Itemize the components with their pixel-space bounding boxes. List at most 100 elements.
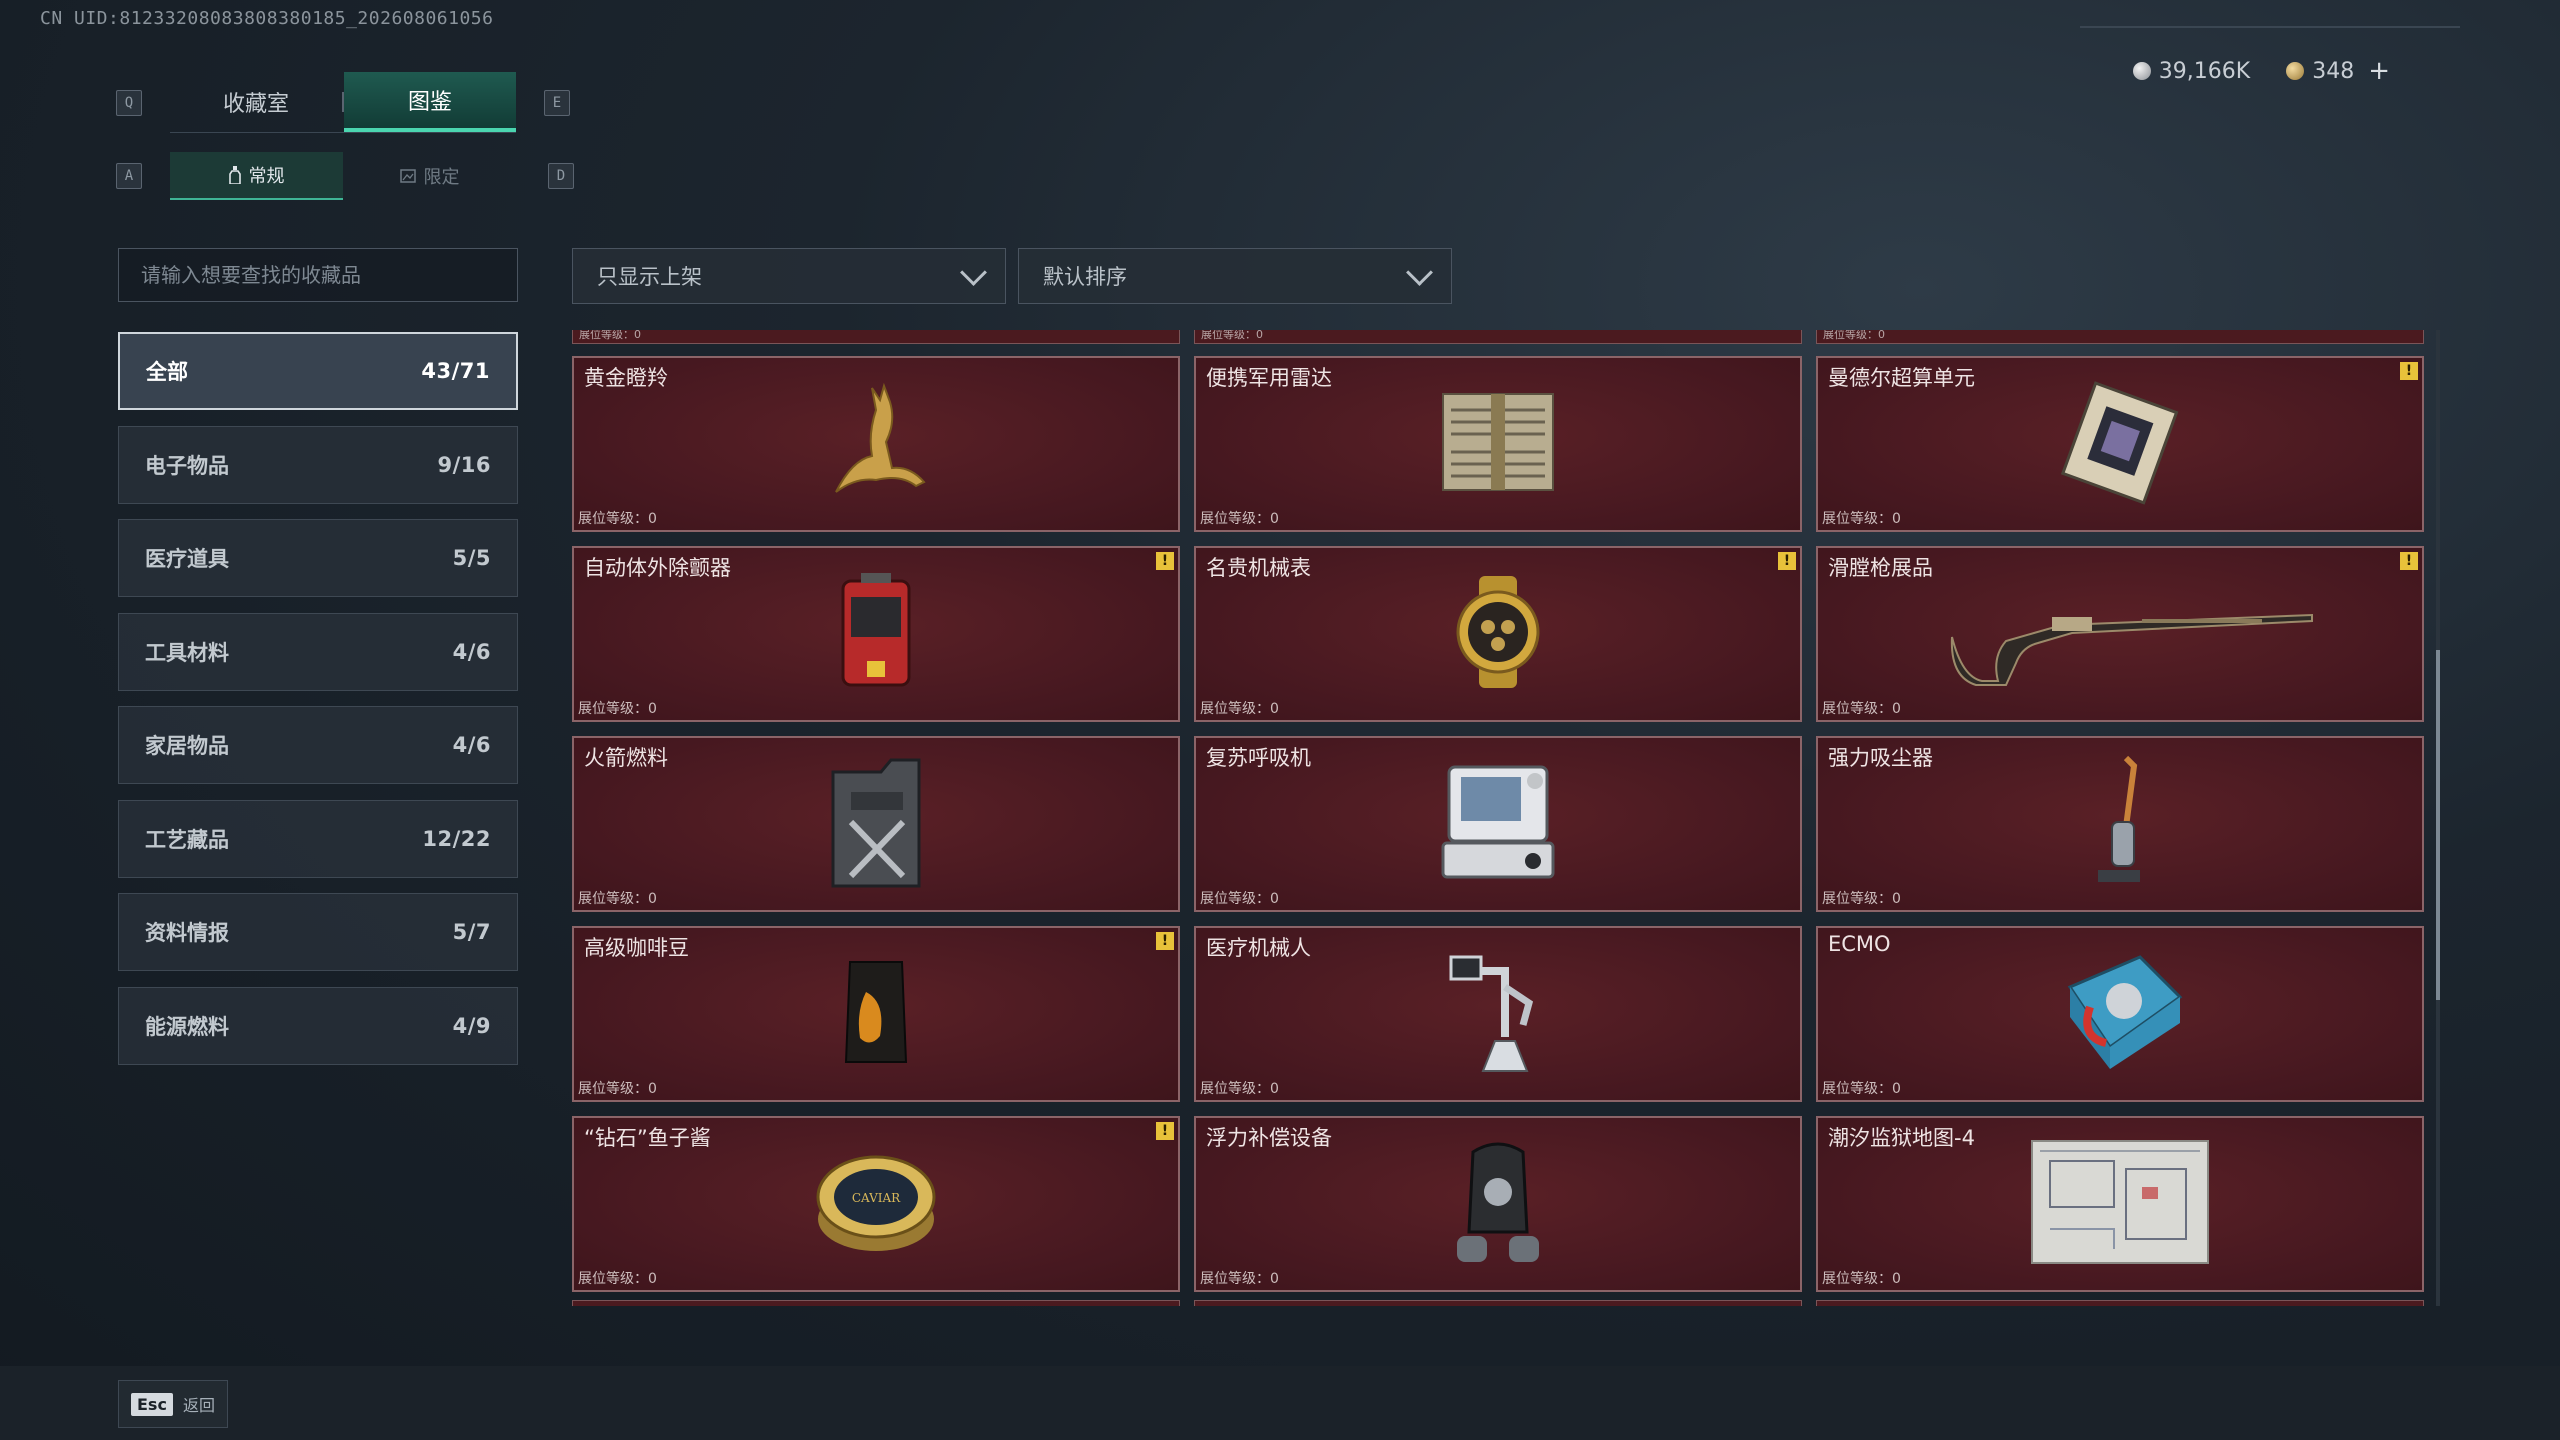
category-count: 9/16 (437, 452, 491, 477)
item-name: 潮汐监狱地图-4 (1828, 1126, 1975, 1150)
category-energy[interactable]: 能源燃料 4/9 (118, 986, 518, 1065)
vacuum-icon (2090, 752, 2150, 896)
category-count: 4/6 (452, 733, 491, 757)
alert-badge-icon: ! (1156, 932, 1174, 950)
item-name: 火箭燃料 (584, 746, 668, 770)
item-card[interactable]: “钻石”鱼子酱 ! CAVIAR 展位等级：0 (572, 1116, 1180, 1292)
display-level: 展位等级：0 (578, 701, 657, 717)
display-level: 展位等级：0 (1822, 891, 1901, 907)
tab-catalog[interactable]: 图鉴 (344, 72, 516, 132)
item-name: ECMO (1828, 932, 1891, 956)
chevron-down-icon (1406, 258, 1433, 286)
item-card[interactable]: 潮汐监狱地图-4 展位等级：0 (1816, 1116, 2424, 1292)
ventilator-icon (1433, 757, 1563, 891)
partial-card (1194, 1300, 1802, 1306)
key-a-hint[interactable]: A (116, 163, 142, 189)
category-count: 4/6 (452, 639, 491, 664)
display-level: 展位等级：0 (1200, 891, 1279, 907)
category-household[interactable]: 家居物品 4/6 (118, 706, 518, 784)
item-name: 黄金瞪羚 (584, 366, 668, 390)
bottle-icon (228, 166, 241, 184)
user-id-text: CN UID:81233208083808380185_202608061056 (40, 8, 494, 29)
coffee-bag-icon (836, 952, 916, 1076)
musket-icon (1942, 577, 2322, 691)
esc-key-icon: Esc (131, 1392, 173, 1416)
scrollbar-thumb[interactable] (2436, 650, 2440, 1000)
item-name: 复苏呼吸机 (1206, 746, 1311, 770)
category-all[interactable]: 全部 43/71 (118, 332, 518, 410)
tab-collection-room[interactable]: 收藏室 (170, 72, 342, 132)
item-card[interactable]: 自动体外除颤器 ! 展位等级：0 (572, 546, 1180, 722)
display-level: 展位等级：0 (1822, 1081, 1901, 1097)
back-button[interactable]: Esc 返回 (118, 1380, 228, 1428)
silver-amount: 39,166K (2158, 58, 2251, 84)
item-card[interactable]: 曼德尔超算单元 ! 展位等级：0 (1816, 356, 2424, 532)
item-card[interactable]: 名贵机械表 ! 展位等级：0 (1194, 546, 1802, 722)
alert-badge-icon: ! (1156, 552, 1174, 570)
alert-badge-icon: ! (1778, 552, 1796, 570)
shelf-filter-dropdown[interactable]: 只显示上架 (572, 248, 1006, 304)
item-card[interactable]: 浮力补偿设备 展位等级：0 (1194, 1116, 1802, 1292)
category-label: 资料情报 (145, 921, 229, 945)
main-tabs: 收藏室 图鉴 (170, 72, 516, 133)
display-level: 展位等级：0 (1200, 701, 1279, 717)
category-label: 工艺藏品 (145, 827, 229, 852)
image-frame-icon (399, 169, 416, 183)
gazelle-statue-icon (806, 382, 946, 506)
subtab-regular[interactable]: 常规 (170, 152, 343, 200)
subtab-limited-label: 限定 (423, 167, 460, 188)
footer-bar (0, 1366, 2560, 1440)
map-icon (2030, 1139, 2210, 1269)
item-card[interactable]: 高级咖啡豆 ! 展位等级：0 (572, 926, 1180, 1102)
radar-icon (1433, 382, 1563, 506)
grid-scrollbar[interactable] (2436, 330, 2440, 1306)
category-label: 工具材料 (145, 640, 229, 665)
item-card[interactable]: 便携军用雷达 展位等级：0 (1194, 356, 1802, 532)
category-count: 43/71 (421, 359, 490, 383)
item-card[interactable]: 强力吸尘器 展位等级：0 (1816, 736, 2424, 912)
item-card[interactable]: 火箭燃料 展位等级：0 (572, 736, 1180, 912)
display-level: 展位等级：0 (1822, 511, 1901, 527)
subtab-limited[interactable]: 限定 (343, 152, 516, 200)
key-d-hint[interactable]: D (548, 163, 574, 189)
item-card[interactable]: 黄金瞪羚 展位等级：0 (572, 356, 1180, 532)
partial-card: 展位等级：0 (1816, 330, 2424, 344)
item-card[interactable]: 医疗机械人 展位等级：0 (1194, 926, 1802, 1102)
caviar-label: CAVIAR (852, 1191, 901, 1205)
display-level: 展位等级：0 (578, 511, 657, 527)
key-q-hint[interactable]: Q (116, 90, 142, 116)
gold-coin-icon (2286, 62, 2305, 80)
search-input[interactable] (118, 248, 518, 302)
display-level: 展位等级：0 (578, 1271, 657, 1287)
item-name: 浮力补偿设备 (1206, 1126, 1332, 1150)
display-level: 展位等级：0 (578, 1081, 657, 1097)
category-label: 医疗道具 (145, 547, 229, 571)
gold-amount: 348 (2312, 58, 2355, 84)
item-name: 自动体外除颤器 (584, 556, 731, 580)
alert-badge-icon: ! (2400, 362, 2418, 380)
back-label: 返回 (182, 1396, 215, 1415)
gold-currency[interactable]: 348 + (2286, 56, 2390, 86)
item-card[interactable]: ECMO 展位等级：0 (1816, 926, 2424, 1102)
category-label: 家居物品 (145, 734, 229, 758)
currency-bar: 39,166K 348 + (2132, 56, 2390, 86)
key-e-hint[interactable]: E (544, 90, 570, 116)
subtab-regular-label: 常规 (248, 166, 285, 187)
item-card[interactable]: 复苏呼吸机 展位等级：0 (1194, 736, 1802, 912)
sort-value: 默认排序 (1043, 265, 1127, 289)
silver-coin-icon (2132, 62, 2151, 80)
partial-row-top: 展位等级：0 展位等级：0 展位等级：0 (572, 330, 2424, 344)
category-tools[interactable]: 工具材料 4/6 (118, 612, 518, 691)
item-card[interactable]: 滑膛枪展品 ! 展位等级：0 (1816, 546, 2424, 722)
category-electronics[interactable]: 电子物品 9/16 (118, 425, 518, 504)
ecmo-icon (2050, 947, 2190, 1081)
add-currency-icon[interactable]: + (2368, 56, 2390, 86)
sort-dropdown[interactable]: 默认排序 (1018, 248, 1452, 304)
item-name: 高级咖啡豆 (584, 936, 689, 960)
category-intel[interactable]: 资料情报 5/7 (118, 893, 518, 971)
category-medical[interactable]: 医疗道具 5/5 (118, 519, 518, 597)
category-crafts[interactable]: 工艺藏品 12/22 (118, 799, 518, 878)
display-level: 展位等级：0 (1200, 511, 1279, 527)
supercomputer-chip-icon (2055, 377, 2185, 511)
item-name: 名贵机械表 (1206, 556, 1311, 580)
